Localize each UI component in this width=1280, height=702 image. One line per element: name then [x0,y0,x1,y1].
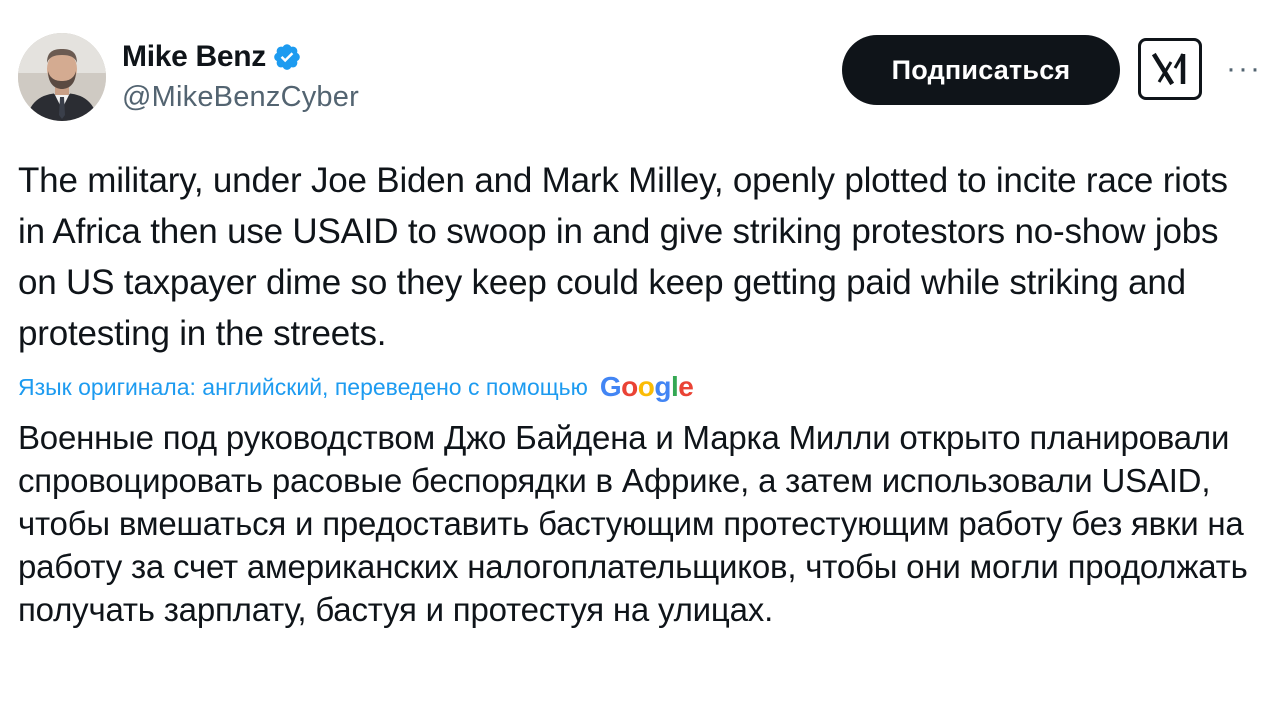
name-row: Mike Benz [122,37,359,77]
grok-icon[interactable] [1138,38,1202,100]
follow-button[interactable]: Подписаться [842,35,1120,105]
translation-note[interactable]: Язык оригинала: английский, переведено с… [18,368,694,406]
author-name[interactable]: Mike Benz [122,40,266,74]
user-info: Mike Benz @MikeBenzCyber [122,37,359,114]
avatar[interactable] [18,33,106,121]
google-logo: Google [599,371,694,402]
tweet: Mike Benz @MikeBenzCyber Подписаться ··· [0,0,1280,702]
author-handle[interactable]: @MikeBenzCyber [122,81,359,114]
tweet-text-original: The military, under Joe Biden and Mark M… [18,161,1228,353]
verified-badge-icon[interactable] [272,42,302,72]
more-options-icon[interactable]: ··· [1224,49,1264,89]
tweet-text-translated: Военные под руководством Джо Байдена и М… [18,419,1248,628]
translation-note-text[interactable]: Язык оригинала: английский, переведено с… [18,374,588,401]
tweet-header: Mike Benz @MikeBenzCyber Подписаться ··· [18,33,1268,123]
